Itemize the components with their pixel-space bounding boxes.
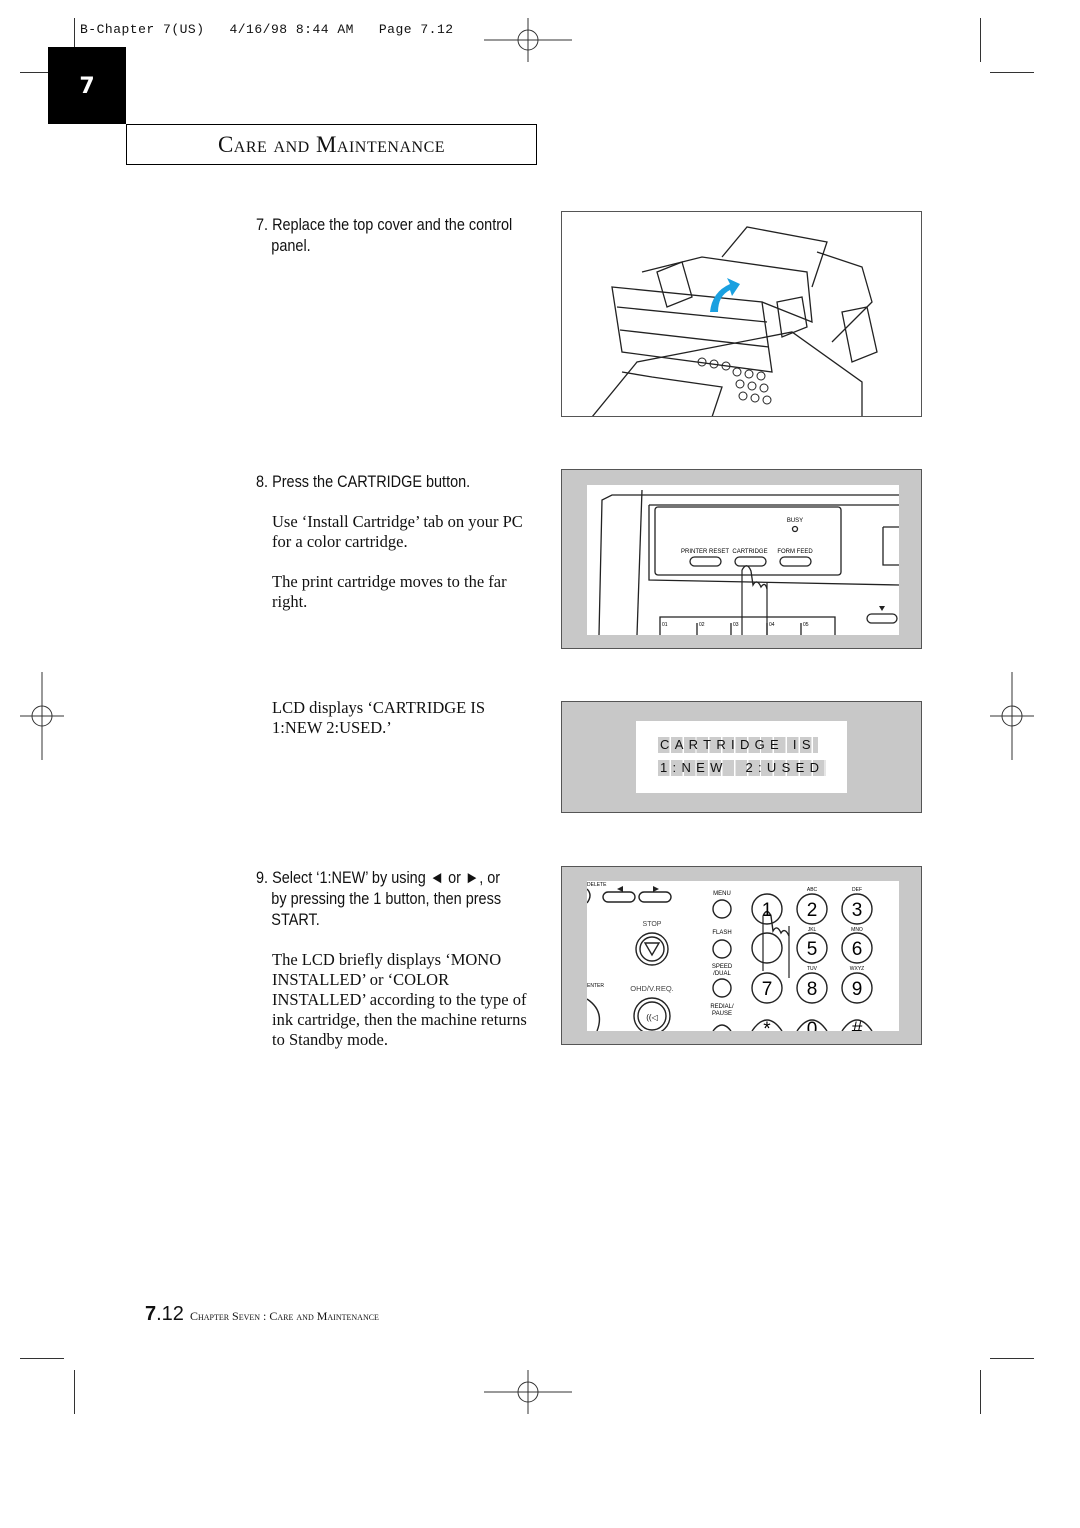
one-touch-label: 01 [662, 622, 668, 628]
figure-control-panel: BUSY PRINTER RESET CARTRIDGE FORM FEED 0… [561, 469, 922, 649]
crop-mark [20, 1358, 64, 1359]
figure-fax-top-cover [561, 211, 922, 418]
key-letters: MNO [851, 927, 863, 933]
one-touch-label: 05 [803, 622, 809, 628]
step-8-note-2: The print cartridge moves to the far rig… [272, 572, 507, 611]
key-letters: TUV [807, 966, 818, 972]
redial-label: REDIAL/ [710, 1004, 734, 1010]
registration-mark [484, 18, 572, 62]
key-letters: DEF [852, 887, 862, 893]
crop-mark [990, 72, 1034, 73]
crop-mark [980, 18, 981, 62]
step-8-note-1: Use ‘Install Cartridge’ tab on your PC f… [272, 512, 523, 551]
arrow-icon [710, 278, 740, 312]
lcd-line-1: CARTRIDGE IS [658, 737, 818, 753]
one-touch-label: 03 [733, 622, 739, 628]
delete-label: DELETE [587, 882, 607, 888]
footer-chapter-number: 7 [145, 1303, 157, 1325]
key-hash: # [852, 1019, 863, 1031]
ohd-label: OHD/V.REQ. [630, 984, 673, 993]
enter-label: ENTER [587, 983, 604, 989]
crop-mark [980, 1370, 981, 1414]
registration-mark [484, 1370, 572, 1414]
printer-reset-label: PRINTER RESET [681, 549, 729, 555]
figure-lcd: CARTRIDGE IS 1:NEW 2:USED [561, 701, 922, 813]
stop-label: STOP [643, 921, 662, 928]
menu-label: MENU [713, 891, 731, 897]
step-8: 8. Press the CARTRIDGE button. [256, 472, 471, 491]
step-9: 9. Select ‘1:NEW’ by using ◄ or ►, or by… [256, 868, 502, 929]
cartridge-label: CARTRIDGE [732, 549, 767, 555]
key-2: 2 [807, 900, 818, 921]
step-8-note-3: LCD displays ‘CARTRIDGE IS 1:NEW 2:USED.… [272, 698, 486, 737]
lcd-display: CARTRIDGE IS 1:NEW 2:USED [636, 721, 847, 793]
form-feed-label: FORM FEED [777, 549, 813, 555]
chapter-number-tab: 7 [48, 47, 126, 124]
one-touch-label: 04 [769, 622, 775, 628]
pause-label: PAUSE [712, 1011, 732, 1017]
step-9-note: The LCD briefly displays ‘MONO INSTALLED… [272, 950, 527, 1049]
key-1: 1 [762, 900, 773, 921]
key-star: * [763, 1019, 771, 1031]
key-5: 5 [807, 939, 818, 960]
footer-page-number: .12 [156, 1303, 184, 1325]
chapter-title: Care and Maintenance [126, 124, 537, 165]
key-letters: JKL [808, 927, 817, 933]
flash-label: FLASH [712, 930, 731, 936]
key-9: 9 [852, 979, 863, 1000]
key-letters: WXYZ [850, 966, 864, 972]
step-7: 7. Replace the top cover and the control… [256, 215, 513, 255]
speaker-icon: ((◁ [646, 1013, 658, 1022]
print-header: B-Chapter 7(US) 4/16/98 8:44 AM Page 7.1… [80, 22, 454, 37]
dual-label: /DUAL [713, 971, 731, 977]
one-touch-label: 02 [699, 622, 705, 628]
key-0: 0 [807, 1019, 818, 1031]
registration-mark [20, 672, 64, 760]
key-7: 7 [762, 979, 773, 1000]
key-8: 8 [807, 979, 818, 1000]
key-3: 3 [852, 900, 863, 921]
crop-mark [990, 1358, 1034, 1359]
busy-label: BUSY [787, 518, 803, 524]
crop-mark [74, 1370, 75, 1414]
registration-mark [990, 672, 1034, 760]
lcd-line-2: 1:NEW 2:USED [658, 760, 827, 776]
footer-text: Chapter Seven : Care and Maintenance [189, 1309, 379, 1323]
figure-keypad: DELETE STOP ENTER OHD/V.REQ. ((◁ MENU FL… [561, 866, 922, 1045]
speed-label: SPEED [712, 964, 733, 970]
key-6: 6 [852, 939, 863, 960]
page-footer: 7.12 Chapter Seven : Care and Maintenance [145, 1303, 379, 1326]
key-letters: ABC [807, 887, 818, 893]
